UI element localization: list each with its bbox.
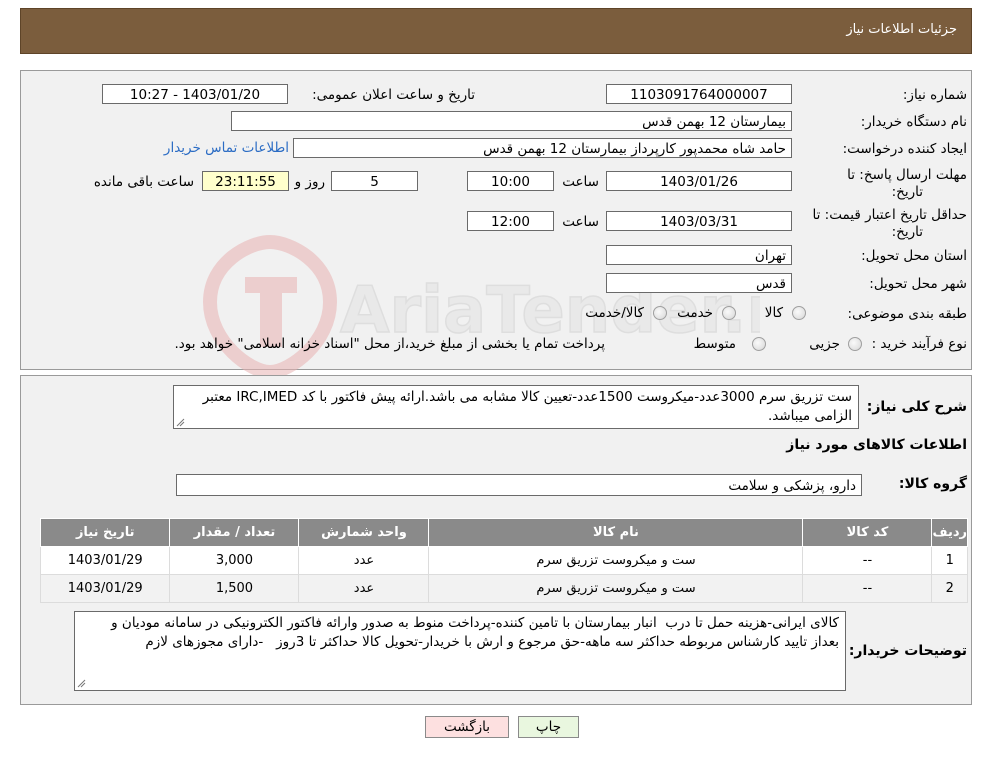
cell-unit: عدد bbox=[298, 546, 430, 575]
page-title: جزئیات اطلاعات نیاز bbox=[846, 22, 957, 37]
category-goods-radio[interactable] bbox=[792, 306, 806, 320]
validity-date-field: 1403/03/31 bbox=[606, 211, 792, 231]
goods-info-title: اطلاعات کالاهای مورد نیاز bbox=[786, 437, 967, 453]
category-label: طبقه بندی موضوعی: bbox=[847, 306, 967, 322]
buyer-org-label: نام دستگاه خریدار: bbox=[860, 114, 967, 130]
col-quantity: تعداد / مقدار bbox=[169, 518, 300, 547]
summary-textarea[interactable]: ست تزریق سرم 3000عدد-میکروست 1500عدد-تعی… bbox=[173, 385, 859, 429]
back-button[interactable]: بازگشت bbox=[425, 716, 509, 738]
goods-table: ردیف کد کالا نام کالا واحد شمارش تعداد /… bbox=[39, 518, 968, 603]
remaining-label: ساعت باقی مانده bbox=[93, 174, 194, 190]
need-number-label: شماره نیاز: bbox=[902, 87, 967, 103]
col-row-number: ردیف bbox=[931, 518, 968, 547]
city-label: شهر محل تحویل: bbox=[869, 276, 967, 292]
cell-quantity: 3,000 bbox=[169, 546, 300, 575]
col-unit: واحد شمارش bbox=[298, 518, 430, 547]
print-button[interactable]: چاپ bbox=[518, 716, 579, 738]
deadline-date-field: 1403/01/26 bbox=[606, 171, 792, 191]
process-medium-label: متوسط bbox=[693, 336, 736, 352]
col-goods-code: کد کالا bbox=[802, 518, 933, 547]
buyer-contact-link[interactable]: اطلاعات تماس خریدار bbox=[164, 140, 289, 156]
buyer-org-field: بیمارستان 12 بهمن قدس bbox=[231, 111, 792, 131]
resize-grip-icon[interactable] bbox=[176, 418, 185, 427]
days-label: روز و bbox=[294, 174, 325, 190]
goods-group-field: دارو، پزشکی و سلامت bbox=[176, 474, 862, 496]
cell-need-date: 1403/01/29 bbox=[39, 546, 171, 575]
deadline-label: مهلت ارسال پاسخ: تا bbox=[847, 167, 967, 183]
remaining-time-field: 23:11:55 bbox=[202, 171, 289, 191]
table-row: 1 -- ست و میکروست تزریق سرم عدد 3,000 14… bbox=[39, 546, 968, 575]
need-number-field: 1103091764000007 bbox=[606, 84, 792, 104]
province-label: استان محل تحویل: bbox=[861, 248, 967, 264]
resize-grip-icon[interactable] bbox=[77, 679, 86, 688]
cell-goods-code: -- bbox=[802, 574, 933, 603]
table-row: 2 -- ست و میکروست تزریق سرم عدد 1,500 14… bbox=[39, 574, 968, 603]
deadline-hour-label: ساعت bbox=[562, 174, 599, 190]
page-header: جزئیات اطلاعات نیاز bbox=[20, 8, 972, 54]
summary-label: شرح کلی نیاز: bbox=[866, 399, 967, 415]
validity-hour-label: ساعت bbox=[562, 214, 599, 230]
buyer-notes-label: توضیحات خریدار: bbox=[848, 643, 967, 659]
cell-goods-name: ست و میکروست تزریق سرم bbox=[428, 574, 804, 603]
cell-quantity: 1,500 bbox=[169, 574, 300, 603]
cell-goods-name: ست و میکروست تزریق سرم bbox=[428, 546, 804, 575]
city-field: قدس bbox=[606, 273, 792, 293]
category-service-label: خدمت bbox=[677, 305, 713, 321]
category-goods-label: کالا bbox=[764, 305, 783, 321]
col-goods-name: نام کالا bbox=[428, 518, 804, 547]
buyer-notes-textarea[interactable]: کالای ایرانی-هزینه حمل تا درب انبار بیما… bbox=[74, 611, 846, 691]
deadline-label-date: تاریخ: bbox=[891, 184, 923, 200]
process-label: نوع فرآیند خرید : bbox=[871, 336, 967, 352]
category-goods-service-label: کالا/خدمت bbox=[585, 305, 644, 321]
province-field: تهران bbox=[606, 245, 792, 265]
category-goods-service-radio[interactable] bbox=[653, 306, 667, 320]
validity-time-field: 12:00 bbox=[467, 211, 554, 231]
creator-label: ایجاد کننده درخواست: bbox=[842, 141, 967, 157]
announce-datetime-field: 1403/01/20 - 10:27 bbox=[102, 84, 288, 104]
col-need-date: تاریخ نیاز bbox=[39, 518, 171, 547]
validity-label: حداقل تاریخ اعتبار قیمت: تا bbox=[812, 207, 967, 223]
validity-label-date: تاریخ: bbox=[891, 224, 923, 240]
cell-goods-code: -- bbox=[802, 546, 933, 575]
goods-group-label: گروه کالا: bbox=[898, 476, 967, 492]
process-medium-radio[interactable] bbox=[752, 337, 766, 351]
process-minor-label: جزیی bbox=[809, 336, 840, 352]
cell-row-number: 2 bbox=[931, 574, 968, 603]
cell-row-number: 1 bbox=[931, 546, 968, 575]
category-service-radio[interactable] bbox=[722, 306, 736, 320]
process-minor-radio[interactable] bbox=[848, 337, 862, 351]
announce-label: تاریخ و ساعت اعلان عمومی: bbox=[312, 87, 475, 103]
table-header-row: ردیف کد کالا نام کالا واحد شمارش تعداد /… bbox=[39, 518, 968, 547]
days-field: 5 bbox=[331, 171, 418, 191]
process-note: پرداخت تمام یا بخشی از مبلغ خرید،از محل … bbox=[174, 336, 605, 352]
cell-unit: عدد bbox=[298, 574, 430, 603]
deadline-time-field: 10:00 bbox=[467, 171, 554, 191]
creator-field: حامد شاه محمدپور کارپرداز بیمارستان 12 ب… bbox=[293, 138, 792, 158]
cell-need-date: 1403/01/29 bbox=[39, 574, 171, 603]
